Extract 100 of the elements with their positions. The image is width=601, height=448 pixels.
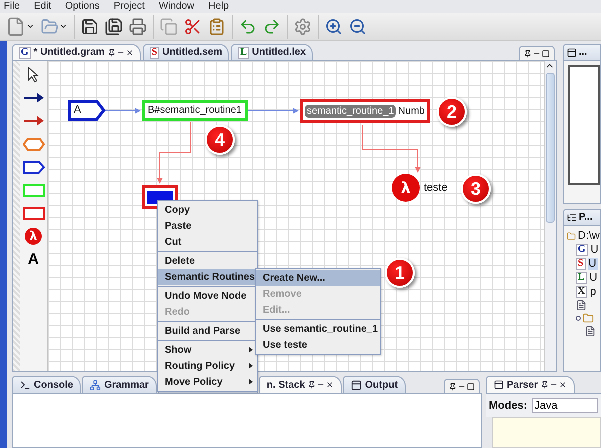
blank-page-icon [6, 16, 26, 36]
pin-icon [108, 48, 116, 56]
menu-item[interactable]: Build and Parse [158, 323, 257, 339]
menu-title[interactable]: Help [208, 0, 230, 12]
input-area[interactable] [492, 417, 601, 448]
terminal-icon [20, 380, 31, 390]
callout-number: 3 [461, 174, 491, 204]
close-icon [126, 48, 134, 56]
pointer-icon [28, 67, 40, 83]
tree-item[interactable]: U [590, 244, 600, 256]
node-label: A [73, 103, 82, 118]
pin-icon [308, 381, 316, 389]
node-label: teste [424, 182, 448, 194]
right-arrow-icon [263, 18, 281, 36]
output-icon [351, 380, 362, 390]
panel-tab[interactable]: Parser [486, 376, 576, 393]
tree-item[interactable]: U [588, 258, 598, 270]
save-icon [81, 18, 99, 36]
panel-tab[interactable]: n. Stack [258, 376, 342, 393]
callout-number: 4 [205, 125, 235, 155]
menu-item[interactable]: Semantic Routines [158, 269, 257, 285]
node-label: Numb [398, 106, 425, 116]
menu-item[interactable]: Use semantic_routine_1 [256, 321, 380, 337]
pin-icon [524, 50, 532, 58]
menu-item[interactable]: Create New... [256, 270, 380, 286]
editor-tab[interactable]: L Untitled.lex [231, 44, 314, 60]
zoom-out-icon [349, 18, 367, 36]
callout-number: 1 [385, 258, 415, 288]
submenu-arrow-icon [249, 363, 253, 369]
submenu-arrow-icon [249, 379, 253, 385]
field-label: Modes: [489, 400, 528, 412]
connector-arrow [104, 108, 141, 114]
text-symbol: A [28, 250, 39, 268]
connector-arrow [157, 122, 192, 184]
folder-icon [567, 230, 576, 242]
start-node [68, 100, 106, 121]
folder-icon [41, 18, 59, 36]
window-icon [494, 380, 504, 390]
pin-icon [541, 381, 550, 389]
tree-item[interactable]: U [588, 272, 599, 284]
menu-item[interactable]: Undo Move Node [158, 288, 257, 304]
nonterminal-node: B#semantic_routine1 [142, 100, 248, 121]
clipboard-icon [208, 18, 226, 36]
maximize-icon [542, 50, 550, 58]
zoom-in-icon [325, 18, 343, 36]
menu-title[interactable]: Options [65, 0, 100, 12]
menu-item[interactable]: Routing Policy [158, 358, 257, 374]
routine-tag: semantic_routine_1 [305, 104, 396, 118]
file-type-letter: X [576, 286, 588, 298]
printer-icon [129, 18, 147, 36]
tree-icon [567, 212, 577, 222]
menu-item[interactable]: Paste [158, 218, 257, 234]
panel-tab[interactable]: Output [343, 376, 406, 393]
scrollbar[interactable] [544, 61, 556, 371]
menu-item[interactable]: Delete [158, 253, 257, 269]
callout-number: 2 [437, 97, 467, 127]
file-type-letter: G [576, 244, 588, 256]
tree-item[interactable]: p [589, 286, 598, 298]
menu-item[interactable]: Cut [158, 234, 257, 250]
tree-item[interactable]: D:\w [578, 230, 600, 242]
copy-icon [160, 18, 178, 36]
panel-tab[interactable]: Grammar [82, 376, 157, 393]
lambda-symbol: λ [25, 228, 42, 244]
left-arrow-icon [239, 18, 257, 36]
close-icon [326, 381, 334, 389]
file-type-letter: S [576, 258, 586, 270]
file-icon [576, 300, 587, 311]
lambda-node: λ [392, 174, 420, 202]
diagram-icon [90, 380, 102, 390]
menu-title[interactable]: Edit [34, 0, 52, 12]
text-tool[interactable]: A [22, 249, 46, 269]
maximize-icon [467, 382, 475, 390]
file-type-letter: S [150, 46, 160, 58]
settings-icon [294, 18, 312, 36]
menu-item[interactable]: Copy [158, 202, 257, 218]
file-type-letter: L [576, 272, 587, 284]
editor-tab[interactable]: G * Untitled.gram [12, 44, 141, 60]
scissors-icon [184, 18, 202, 36]
file-icon [585, 326, 596, 337]
pane-controls[interactable] [444, 379, 480, 393]
expander-icon[interactable] [576, 316, 581, 321]
file-type-letter: G [19, 46, 31, 58]
modes-field[interactable]: Java [532, 398, 598, 413]
folder-icon [583, 313, 594, 324]
menu-title[interactable]: Window [158, 0, 195, 12]
menu-title[interactable]: File [4, 0, 20, 12]
connector-arrow [362, 124, 421, 173]
editor-tab[interactable]: S Untitled.sem [142, 44, 230, 60]
pin-icon [449, 382, 457, 390]
file-type-letter: L [238, 46, 250, 58]
pane-controls[interactable] [519, 46, 555, 60]
menu-title[interactable]: Project [114, 0, 145, 12]
save-all-icon [105, 18, 123, 36]
dropdown-icon [26, 22, 35, 31]
panel-tab[interactable]: Console [12, 376, 82, 393]
menu-item[interactable]: Use teste [256, 337, 380, 353]
menu-item[interactable]: Move Policy [158, 374, 257, 390]
lambda-tool[interactable]: λ [22, 226, 46, 246]
panel-title[interactable]: ... [579, 47, 588, 58]
overview-icon [567, 48, 577, 58]
